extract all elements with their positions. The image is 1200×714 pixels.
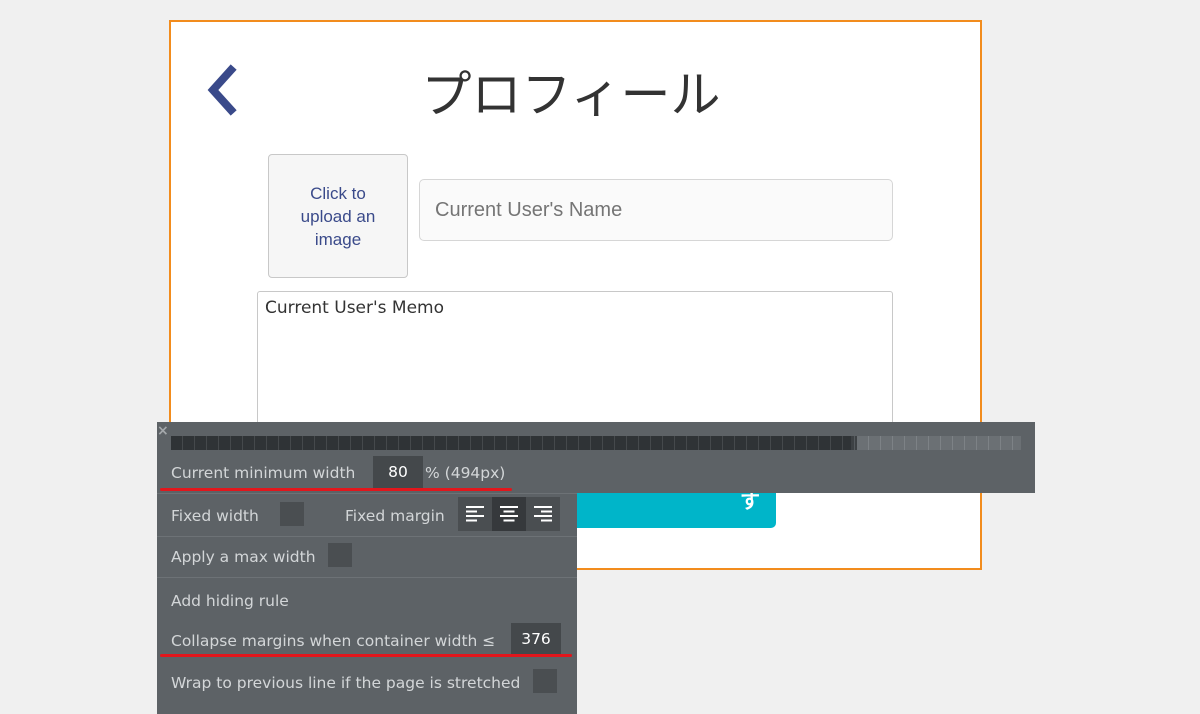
align-center-icon [500, 506, 518, 522]
fixed-margin-label: Fixed margin [345, 507, 445, 525]
save-button-label: する [580, 489, 760, 567]
page-title: プロフィール [421, 66, 721, 124]
fixed-width-checkbox[interactable] [280, 502, 304, 526]
add-hiding-rule-link[interactable]: Add hiding rule [171, 592, 289, 610]
align-right-icon [534, 506, 552, 522]
align-left-icon [466, 506, 484, 522]
width-slider[interactable] [171, 436, 1021, 450]
close-icon[interactable]: × [157, 423, 171, 439]
max-width-label: Apply a max width [171, 548, 316, 566]
fixed-width-label: Fixed width [171, 507, 259, 525]
width-slider-rest [857, 436, 1021, 450]
align-center-button[interactable] [492, 497, 526, 531]
upload-label: Click to upload an image [300, 183, 376, 249]
max-width-checkbox[interactable] [328, 543, 352, 567]
image-uploader[interactable]: Click to upload an image [268, 154, 408, 278]
name-input[interactable] [419, 179, 893, 241]
chevron-left-icon [207, 64, 237, 116]
min-width-suffix: % (494px) [425, 464, 506, 482]
width-slider-fill [171, 436, 851, 450]
min-width-input[interactable] [373, 456, 423, 488]
highlight-underline [160, 488, 512, 491]
wrap-checkbox[interactable] [533, 669, 557, 693]
divider [157, 536, 577, 537]
align-right-button[interactable] [526, 497, 560, 531]
wrap-label: Wrap to previous line if the page is str… [171, 674, 521, 692]
layout-settings-panel-top [157, 422, 1035, 493]
divider [157, 493, 577, 494]
collapse-margins-label: Collapse margins when container width ≤ [171, 632, 496, 650]
back-button[interactable] [201, 64, 245, 116]
collapse-width-input[interactable] [511, 623, 561, 655]
min-width-label: Current minimum width [171, 464, 356, 482]
divider [157, 577, 577, 578]
align-left-button[interactable] [458, 497, 492, 531]
fixed-margin-toggle-group [458, 497, 560, 531]
highlight-underline [160, 654, 572, 657]
